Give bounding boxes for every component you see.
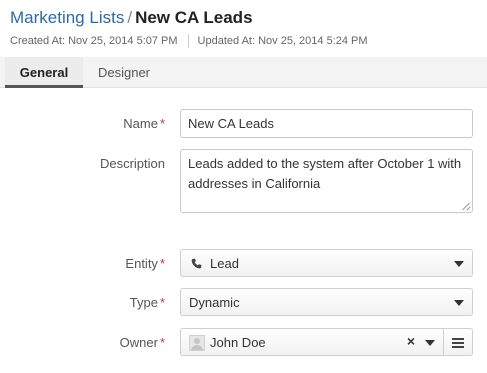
owner-label: Owner *	[119, 335, 165, 350]
chevron-down-icon	[454, 300, 464, 306]
description-textarea[interactable]: Leads added to the system after October …	[180, 149, 473, 213]
updated-at: Updated At: Nov 25, 2014 5:24 PM	[197, 35, 368, 47]
owner-value: John Doe	[210, 335, 266, 350]
required-marker: *	[159, 295, 165, 310]
chevron-down-icon	[425, 340, 435, 346]
required-marker: *	[159, 116, 165, 131]
created-at: Created At: Nov 25, 2014 5:07 PM	[10, 35, 178, 47]
resize-handle-icon[interactable]	[462, 202, 470, 210]
description-label: Description	[99, 156, 165, 171]
entity-select[interactable]: Lead	[180, 249, 473, 277]
entity-label: Entity *	[125, 256, 165, 271]
tab-general[interactable]: General	[5, 57, 83, 88]
required-marker: *	[159, 256, 165, 271]
type-value: Dynamic	[189, 295, 240, 310]
type-select[interactable]: Dynamic	[180, 288, 473, 316]
breadcrumb: Marketing Lists / New CA Leads	[10, 8, 487, 28]
tab-bar: General Designer	[0, 57, 487, 88]
phone-icon	[191, 258, 202, 269]
tab-designer[interactable]: Designer	[85, 57, 163, 88]
page-title: New CA Leads	[135, 8, 253, 27]
owner-select[interactable]: John Doe ×	[180, 328, 444, 356]
breadcrumb-separator: /	[127, 8, 133, 27]
owner-entity-select-button[interactable]	[444, 328, 473, 356]
name-label: Name *	[123, 116, 165, 131]
required-marker: *	[159, 335, 165, 350]
record-meta: Created At: Nov 25, 2014 5:07 PM Updated…	[10, 34, 487, 48]
entity-value: Lead	[210, 256, 239, 271]
clear-icon[interactable]: ×	[407, 333, 415, 349]
avatar	[189, 335, 205, 351]
description-text: Leads added to the system after October …	[188, 156, 462, 191]
chevron-down-icon	[454, 261, 464, 267]
hamburger-menu-icon	[452, 338, 464, 348]
name-input[interactable]: New CA Leads	[180, 109, 473, 138]
page-header: Marketing Lists / New CA Leads Created At:…	[10, 8, 487, 48]
type-label: Type *	[129, 295, 165, 310]
breadcrumb-marketing-lists-link[interactable]: Marketing Lists	[10, 8, 124, 27]
meta-divider	[187, 34, 189, 48]
